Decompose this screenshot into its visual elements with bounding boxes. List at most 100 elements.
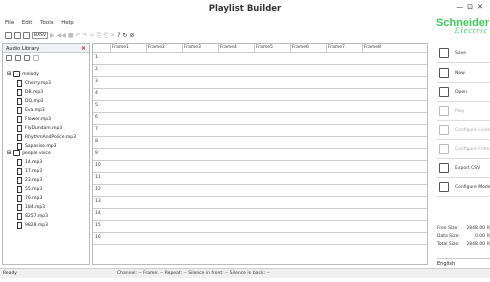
- tree-file[interactable]: Sapasise.mp3: [17, 143, 56, 150]
- separator: [437, 196, 490, 197]
- version-select[interactable]: BXSV: [32, 32, 48, 39]
- size-value: 0.00: [475, 234, 486, 239]
- main-toolbar: BXSV ▶ ◀◀ ■ ↶ ↷ ✂ ⎘ ⎗ ✕ ? ↻ ⊘: [5, 31, 137, 40]
- copy-icon[interactable]: ⎘: [97, 32, 102, 40]
- cut-icon[interactable]: ✂: [90, 32, 95, 39]
- tree-file[interactable]: 76.mp3: [17, 195, 42, 202]
- tree-file[interactable]: 23.mp3: [17, 177, 42, 184]
- edit-icon[interactable]: [33, 54, 39, 61]
- print-icon[interactable]: [23, 32, 30, 39]
- tree-file[interactable]: 14.mp3: [17, 159, 42, 166]
- row-number[interactable]: 3: [95, 79, 98, 84]
- configure-lines-icon: [439, 125, 449, 135]
- file-label: 17.mp3: [25, 168, 43, 174]
- minimize-button[interactable]: —: [456, 3, 467, 11]
- paste-icon[interactable]: ⎗: [103, 32, 108, 40]
- header-divider: [93, 52, 427, 53]
- column-divider: [218, 44, 219, 52]
- row-number[interactable]: 14: [95, 211, 101, 216]
- row-number[interactable]: 8: [95, 139, 98, 144]
- close-window-button[interactable]: ✕: [477, 3, 487, 11]
- menu-tools[interactable]: Tools: [40, 20, 54, 26]
- row-number[interactable]: 16: [95, 235, 101, 240]
- maximize-button[interactable]: ⊡: [467, 3, 477, 11]
- undo-icon[interactable]: ↶: [76, 32, 81, 39]
- save-button[interactable]: Save: [437, 43, 490, 63]
- configure-mode-button[interactable]: Configure Mode: [437, 177, 490, 197]
- menu-help[interactable]: Help: [61, 20, 74, 26]
- row-number[interactable]: 1: [95, 55, 98, 60]
- row-number[interactable]: 4: [95, 91, 98, 96]
- close-icon[interactable]: ×: [81, 45, 86, 52]
- menu-edit[interactable]: Edit: [22, 20, 33, 26]
- row-number[interactable]: 9: [95, 151, 98, 156]
- row-number[interactable]: 7: [95, 127, 98, 132]
- open-folder-icon[interactable]: [14, 32, 21, 39]
- library-title: Audio Library: [6, 46, 40, 52]
- tree-file[interactable]: 8257.mp3: [17, 213, 48, 220]
- playlist-grid[interactable]: Frame1 Frame2 Frame3 Frame4 Frame5 Frame6 Fram…: [92, 43, 428, 265]
- row-number[interactable]: 6: [95, 115, 98, 120]
- rewind-icon[interactable]: ◀◀: [57, 32, 66, 39]
- row-divider: [93, 64, 427, 65]
- export-icon: [439, 163, 449, 173]
- collapse-icon[interactable]: ⊟: [7, 150, 11, 156]
- tree-folder[interactable]: ⊟ people voice: [7, 150, 51, 156]
- open-button[interactable]: Open: [437, 82, 490, 102]
- column-divider: [326, 44, 327, 52]
- tree-folder[interactable]: ⊟ melody: [7, 71, 39, 77]
- file-icon: [17, 168, 22, 175]
- row-number[interactable]: 13: [95, 199, 101, 204]
- tree-file[interactable]: Flower.mp3: [17, 116, 51, 123]
- window-title: Playlist Builder: [208, 4, 282, 14]
- menu-file[interactable]: File: [5, 20, 14, 26]
- collapse-icon[interactable]: ⊟: [7, 71, 11, 77]
- button-label: Save: [455, 50, 467, 56]
- add-file-icon[interactable]: [6, 54, 12, 61]
- redo-icon[interactable]: ↷: [83, 32, 88, 39]
- new-button[interactable]: New: [437, 63, 490, 83]
- play-icon[interactable]: ▶: [50, 32, 55, 39]
- new-file-icon[interactable]: [5, 32, 12, 39]
- window-controls: —⊡✕: [456, 3, 487, 11]
- block-icon[interactable]: ⊘: [130, 32, 135, 39]
- tree-file[interactable]: 55.mp3: [17, 186, 42, 193]
- tree-file[interactable]: 9828.mp3: [17, 222, 48, 229]
- row-number[interactable]: 11: [95, 175, 101, 180]
- configure-lineme-button[interactable]: Configure Lineme: [437, 120, 490, 140]
- stop-icon[interactable]: ■: [68, 32, 74, 39]
- column-divider: [146, 44, 147, 52]
- tree-file[interactable]: FlyDundam.mp3: [17, 125, 62, 132]
- play-button[interactable]: Play: [437, 101, 490, 121]
- tree-file[interactable]: 17.mp3: [17, 168, 42, 175]
- size-value-wrap: 2848.00 K: [466, 226, 490, 231]
- file-icon: [17, 80, 22, 87]
- export-csv-button[interactable]: Export CSV: [437, 158, 490, 178]
- row-number[interactable]: 12: [95, 187, 101, 192]
- refresh-icon[interactable]: ↻: [122, 32, 127, 39]
- new-file-icon: [439, 68, 449, 78]
- tree-file[interactable]: Cherry.mp3: [17, 80, 51, 87]
- file-icon: [17, 98, 22, 105]
- tree-file[interactable]: Eva.mp3: [17, 107, 45, 114]
- add-folder-icon[interactable]: [15, 54, 21, 61]
- help-icon[interactable]: ?: [117, 32, 120, 39]
- row-number[interactable]: 5: [95, 103, 98, 108]
- row-number[interactable]: 2: [95, 67, 98, 72]
- tree-file[interactable]: RhythmAndPolice.mp3: [17, 134, 76, 141]
- size-label: Free Size:: [437, 226, 459, 231]
- tree-file[interactable]: DQ.mp3: [17, 98, 44, 105]
- delete-icon[interactable]: ✕: [110, 32, 115, 39]
- row-number[interactable]: 10: [95, 163, 101, 168]
- tree-file[interactable]: DB.mp3: [17, 89, 43, 96]
- file-icon: [17, 125, 22, 132]
- size-value-wrap: 0.00 K: [475, 234, 490, 239]
- configure-frame-button[interactable]: Configure Frame: [437, 139, 490, 159]
- import-icon[interactable]: [24, 54, 30, 61]
- row-number[interactable]: 15: [95, 223, 101, 228]
- file-label: 9828.mp3: [25, 222, 48, 228]
- language-select[interactable]: English: [437, 258, 490, 267]
- file-label: 8257.mp3: [25, 213, 48, 219]
- column-header: Frame2: [148, 45, 165, 50]
- tree-file[interactable]: 184.mp3: [17, 204, 45, 211]
